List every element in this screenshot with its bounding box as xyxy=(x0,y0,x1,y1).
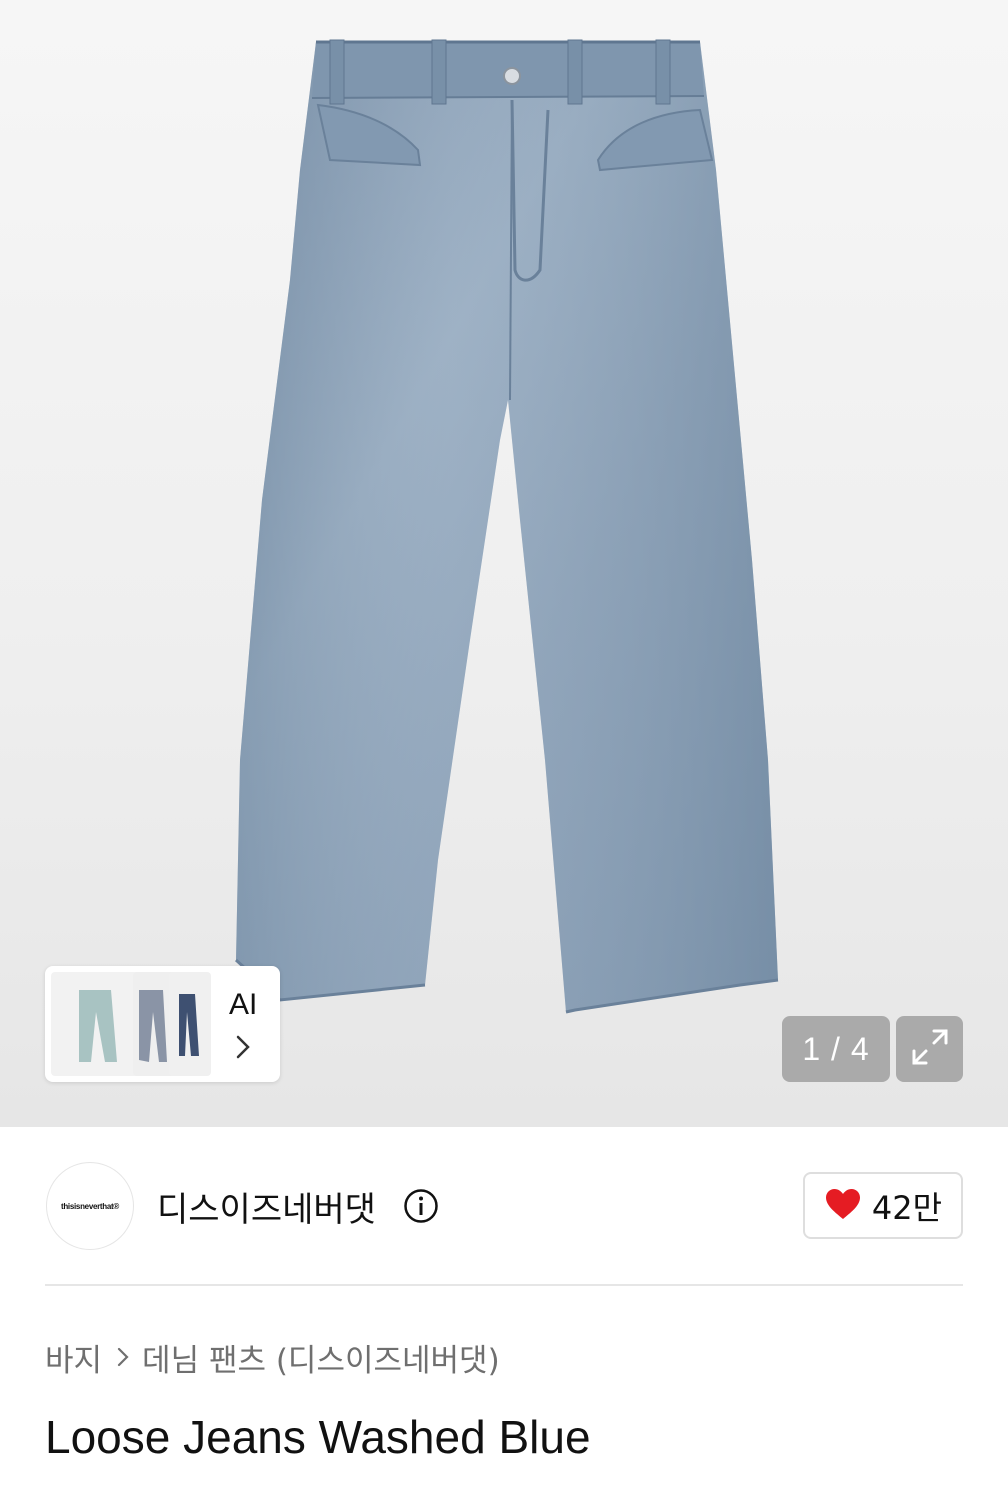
expand-icon xyxy=(908,1025,952,1073)
product-title: Loose Jeans Washed Blue xyxy=(45,1411,591,1463)
chevron-right-icon xyxy=(116,1346,130,1368)
ai-label: AI xyxy=(229,988,258,1021)
brand-logo-text: thisisneverthat® xyxy=(60,1201,119,1211)
recommend-thumbnail xyxy=(51,972,141,1076)
breadcrumb: 바지 데님 팬츠 (디스이즈네버댓) xyxy=(45,1335,500,1380)
recommend-thumbnail xyxy=(169,972,211,1076)
heart-icon xyxy=(824,1187,862,1225)
brand-row: thisisneverthat® 디스이즈네버댓 42만 xyxy=(0,1127,1008,1287)
divider xyxy=(45,1284,963,1286)
product-image-gallery[interactable]: AI 1 / 4 xyxy=(0,0,1008,1127)
ai-recommend-card[interactable]: AI xyxy=(45,966,280,1082)
brand-name[interactable]: 디스이즈네버댓 xyxy=(157,1182,376,1231)
like-button[interactable]: 42만 xyxy=(803,1172,963,1239)
like-count: 42만 xyxy=(871,1188,943,1227)
brand-logo[interactable]: thisisneverthat® xyxy=(46,1162,134,1250)
info-icon[interactable] xyxy=(403,1188,439,1228)
breadcrumb-item-denim[interactable]: 데님 팬츠 (디스이즈네버댓) xyxy=(142,1335,500,1380)
product-image[interactable] xyxy=(0,0,1008,1127)
expand-button[interactable] xyxy=(896,1016,963,1082)
image-counter: 1 / 4 xyxy=(782,1016,890,1082)
breadcrumb-item-pants[interactable]: 바지 xyxy=(45,1335,102,1380)
chevron-right-icon xyxy=(235,1034,251,1064)
